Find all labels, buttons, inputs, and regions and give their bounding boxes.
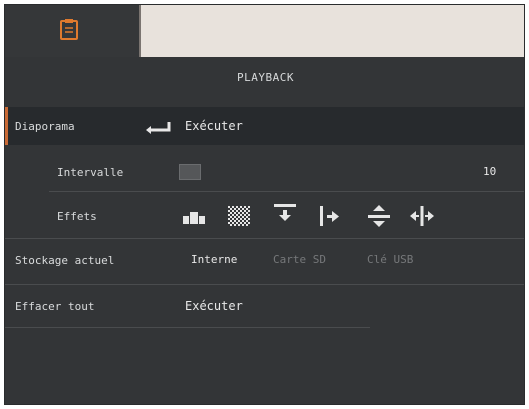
wipe-right-effect-icon[interactable]: [317, 204, 343, 228]
bars-effect-icon[interactable]: [181, 204, 207, 228]
storage-option-usb[interactable]: Clé USB: [367, 253, 413, 266]
dissolve-effect-icon[interactable]: [226, 204, 252, 228]
tab-other[interactable]: [139, 5, 524, 57]
divider: [5, 327, 370, 328]
clipboard-icon: [60, 19, 78, 40]
stockage-label: Stockage actuel: [15, 254, 115, 267]
split-vertical-effect-icon[interactable]: [366, 204, 392, 228]
wipe-down-effect-icon[interactable]: [272, 202, 298, 226]
split-horizontal-effect-icon[interactable]: [409, 204, 435, 228]
selection-indicator: [5, 107, 8, 145]
menu-row-stockage[interactable]: Stockage actuel Interne Carte SD Clé USB: [5, 241, 524, 279]
effacer-execute-button[interactable]: Exécuter: [185, 299, 243, 313]
divider: [49, 191, 524, 192]
divider: [5, 238, 524, 239]
effets-label: Effets: [57, 210, 97, 223]
menu-row-intervalle[interactable]: Intervalle 10: [5, 153, 524, 191]
playback-menu-window: PLAYBACK Diaporama Exécuter Intervalle 1…: [4, 4, 525, 405]
storage-option-sd-card[interactable]: Carte SD: [273, 253, 326, 266]
menu-row-effets[interactable]: Effets: [5, 197, 524, 235]
effacer-label: Effacer tout: [15, 300, 95, 313]
intervalle-label: Intervalle: [57, 166, 124, 179]
diaporama-label: Diaporama: [15, 120, 75, 133]
interval-slider[interactable]: [179, 164, 201, 180]
storage-option-internal[interactable]: Interne: [191, 253, 237, 266]
menu-title: PLAYBACK: [237, 71, 294, 84]
interval-value: 10: [483, 165, 497, 178]
menu-row-effacer[interactable]: Effacer tout Exécuter: [5, 287, 524, 325]
tab-bar: [5, 5, 524, 57]
enter-icon: [146, 122, 171, 134]
divider: [5, 284, 524, 285]
menu-row-diaporama[interactable]: Diaporama Exécuter: [5, 107, 524, 145]
tab-playback[interactable]: [5, 5, 139, 57]
diaporama-execute-button[interactable]: Exécuter: [185, 119, 243, 133]
